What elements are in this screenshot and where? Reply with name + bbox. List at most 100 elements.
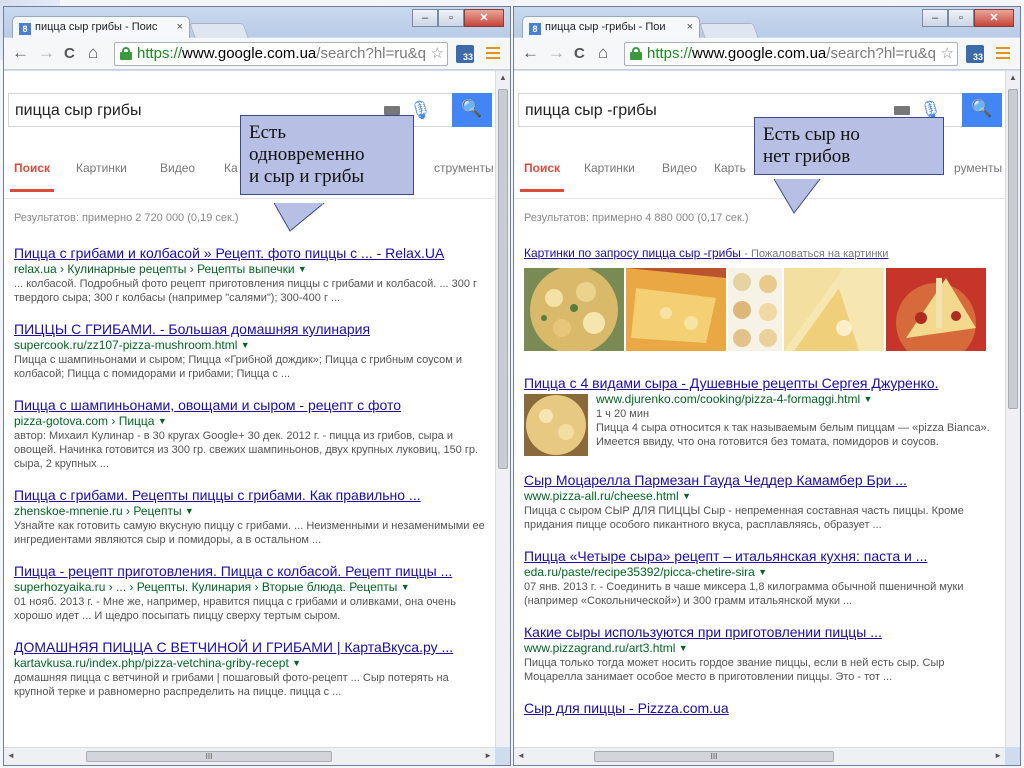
search-result: Пицца с грибами. Рецепты пиццы с грибами… (14, 487, 488, 547)
result-title[interactable]: Пицца с шампиньонами, овощами и сыром - … (14, 397, 488, 414)
menu-icon[interactable] (996, 47, 1010, 59)
result-title[interactable]: Какие сыры используются при приготовлени… (524, 624, 998, 641)
title-bar: 8 пицца сыр грибы - Поис × – ▫ ✕ (4, 7, 510, 38)
horizontal-scrollbar[interactable]: ◄ III ► (514, 747, 1005, 765)
annotation-callout: Есть сыр но нет грибов (754, 117, 944, 175)
scroll-up-icon[interactable]: ▲ (499, 73, 507, 82)
url-host: www.google.com.ua (182, 45, 317, 62)
scroll-left-icon[interactable]: ◄ (7, 751, 15, 760)
search-result: Сыр для пиццы - Pizzza.com.ua (524, 700, 998, 717)
extension-icon[interactable]: 33 (456, 45, 474, 63)
minimize-button[interactable]: – (412, 9, 438, 27)
extension-icon[interactable]: 33 (966, 45, 984, 63)
scroll-left-icon[interactable]: ◄ (517, 751, 525, 760)
new-tab-button[interactable] (189, 23, 249, 38)
bookmark-star-icon[interactable]: ☆ (941, 44, 954, 62)
tab-maps[interactable]: Ка (224, 161, 238, 175)
pizza-thumbnail[interactable] (524, 268, 624, 351)
minimize-button[interactable]: – (922, 9, 948, 27)
back-arrow-icon[interactable]: ← (12, 43, 29, 63)
results-list: Картинки по запросу пицца сыр -грибы - П… (524, 245, 998, 733)
scroll-thumb[interactable]: III (594, 751, 834, 762)
address-bar[interactable]: https://www.google.com.ua/search?hl=ru&q… (114, 42, 448, 66)
forward-arrow-icon[interactable]: → (38, 43, 55, 63)
maximize-button[interactable]: ▫ (948, 9, 974, 27)
bookmark-star-icon[interactable]: ☆ (431, 44, 444, 62)
tab-search[interactable]: Поиск (519, 161, 565, 192)
tab-video[interactable]: Видео (160, 161, 195, 175)
search-button[interactable]: 🔍 (962, 93, 1002, 127)
tab-title: пицца сыр -грибы - Пои (545, 21, 666, 33)
image-results: Картинки по запросу пицца сыр -грибы - П… (524, 245, 998, 351)
url-scheme: https:// (137, 45, 183, 62)
pizza-thumbnail[interactable] (784, 268, 884, 351)
search-result: Какие сыры используются при приготовлени… (524, 624, 998, 684)
result-title[interactable]: Пицца с грибами и колбасой » Рецепт. фот… (14, 245, 488, 262)
result-title[interactable]: Сыр Моцарелла Пармезан Гауда Чеддер Кама… (524, 472, 998, 489)
scroll-thumb[interactable] (498, 89, 508, 469)
new-tab-button[interactable] (699, 23, 759, 38)
result-body: www.djurenko.com/cooking/pizza-4-formagg… (524, 392, 998, 456)
back-arrow-icon[interactable]: ← (522, 43, 539, 63)
keyboard-icon[interactable] (384, 106, 400, 115)
scroll-up-icon[interactable]: ▲ (1009, 73, 1017, 82)
tab-maps[interactable]: Карть (714, 161, 746, 175)
scroll-thumb[interactable]: III (86, 751, 332, 762)
images-link[interactable]: Картинки по запросу пицца сыр -грибы - П… (524, 245, 998, 263)
result-title[interactable]: ДОМАШНЯЯ ПИЦЦА С ВЕТЧИНОЙ И ГРИБАМИ | Ка… (14, 639, 488, 656)
result-url: supercook.ru/zz107-pizza-mushroom.html ▼ (14, 338, 250, 352)
result-title[interactable]: Сыр для пиццы - Pizzza.com.ua (524, 700, 998, 717)
vertical-scrollbar[interactable]: ▲ (1005, 71, 1020, 747)
browser-tab[interactable]: 8 пицца сыр грибы - Поис × (12, 16, 190, 38)
search-button[interactable]: 🔍 (452, 93, 492, 127)
result-url: www.pizzagrand.ru/art3.html ▼ (524, 641, 688, 655)
result-snippet: Пицца с сыром СЫР ДЛЯ ПИЦЦЫ Сыр - непрем… (524, 505, 964, 531)
tab-search[interactable]: Поиск (9, 161, 55, 192)
pizza-thumbnail[interactable] (626, 268, 726, 351)
url-path: /search?hl=ru&q (316, 45, 426, 62)
result-url: superhozyaika.ru › ... › Рецепты. Кулина… (14, 580, 410, 594)
reload-icon[interactable]: C (574, 45, 585, 62)
callout-line: Есть сыр но (763, 124, 860, 145)
tab-tools[interactable]: рументы (954, 161, 1002, 175)
result-title[interactable]: Пицца с грибами. Рецепты пиццы с грибами… (14, 487, 488, 504)
annotation-callout: Есть одновременно и сыр и грибы (240, 115, 414, 195)
search-result: Сыр Моцарелла Пармезан Гауда Чеддер Кама… (524, 472, 998, 532)
browser-window-right: 8 пицца сыр -грибы - Пои × – ▫ ✕ ← → C ⌂ … (513, 6, 1021, 766)
vertical-scrollbar[interactable]: ▲ (495, 71, 510, 747)
home-icon[interactable]: ⌂ (598, 43, 608, 63)
close-button[interactable]: ✕ (464, 9, 504, 27)
keyboard-icon[interactable] (894, 106, 910, 115)
result-snippet: домашняя пицца с ветчиной и грибами | по… (14, 672, 449, 698)
result-title[interactable]: Пицца «Четыре сыра» рецепт – итальянская… (524, 548, 998, 565)
maximize-button[interactable]: ▫ (438, 9, 464, 27)
forward-arrow-icon[interactable]: → (548, 43, 565, 63)
close-button[interactable]: ✕ (974, 9, 1014, 27)
result-snippet: Пицца 4 сыра относится к так называемым … (596, 422, 990, 448)
google-favicon-icon: 8 (529, 23, 541, 35)
reload-icon[interactable]: C (64, 45, 75, 62)
tab-close-icon[interactable]: × (687, 21, 693, 33)
result-title[interactable]: Пицца - рецепт приготовления. Пицца с ко… (14, 563, 488, 580)
scroll-thumb[interactable] (1008, 89, 1018, 409)
scroll-right-icon[interactable]: ► (484, 751, 492, 760)
pizza-thumbnail[interactable] (728, 268, 782, 351)
pizza-thumbnail[interactable] (886, 268, 986, 351)
browser-tab[interactable]: 8 пицца сыр -грибы - Пои × (522, 16, 700, 38)
tab-images[interactable]: Картинки (76, 161, 127, 175)
tab-close-icon[interactable]: × (177, 21, 183, 33)
result-title[interactable]: Пицца с 4 видами сыра - Душевные рецепты… (524, 375, 998, 392)
address-bar[interactable]: https://www.google.com.ua/search?hl=ru&q… (624, 42, 958, 66)
tab-tools[interactable]: струменты (434, 161, 494, 175)
report-images-link[interactable]: - Пожаловаться на картинки (744, 248, 888, 260)
result-url: eda.ru/paste/recipe35392/picca-chetire-s… (524, 565, 768, 579)
home-icon[interactable]: ⌂ (88, 43, 98, 63)
scroll-right-icon[interactable]: ► (994, 751, 1002, 760)
tab-images[interactable]: Картинки (584, 161, 635, 175)
result-title[interactable]: ПИЦЦЫ С ГРИБАМИ. - Большая домашняя кули… (14, 321, 488, 338)
tab-video[interactable]: Видео (662, 161, 697, 175)
result-url: kartavkusa.ru/index.php/pizza-vetchina-g… (14, 656, 302, 670)
result-thumbnail[interactable] (524, 394, 588, 456)
horizontal-scrollbar[interactable]: ◄ III ► (4, 747, 495, 765)
menu-icon[interactable] (486, 47, 500, 59)
